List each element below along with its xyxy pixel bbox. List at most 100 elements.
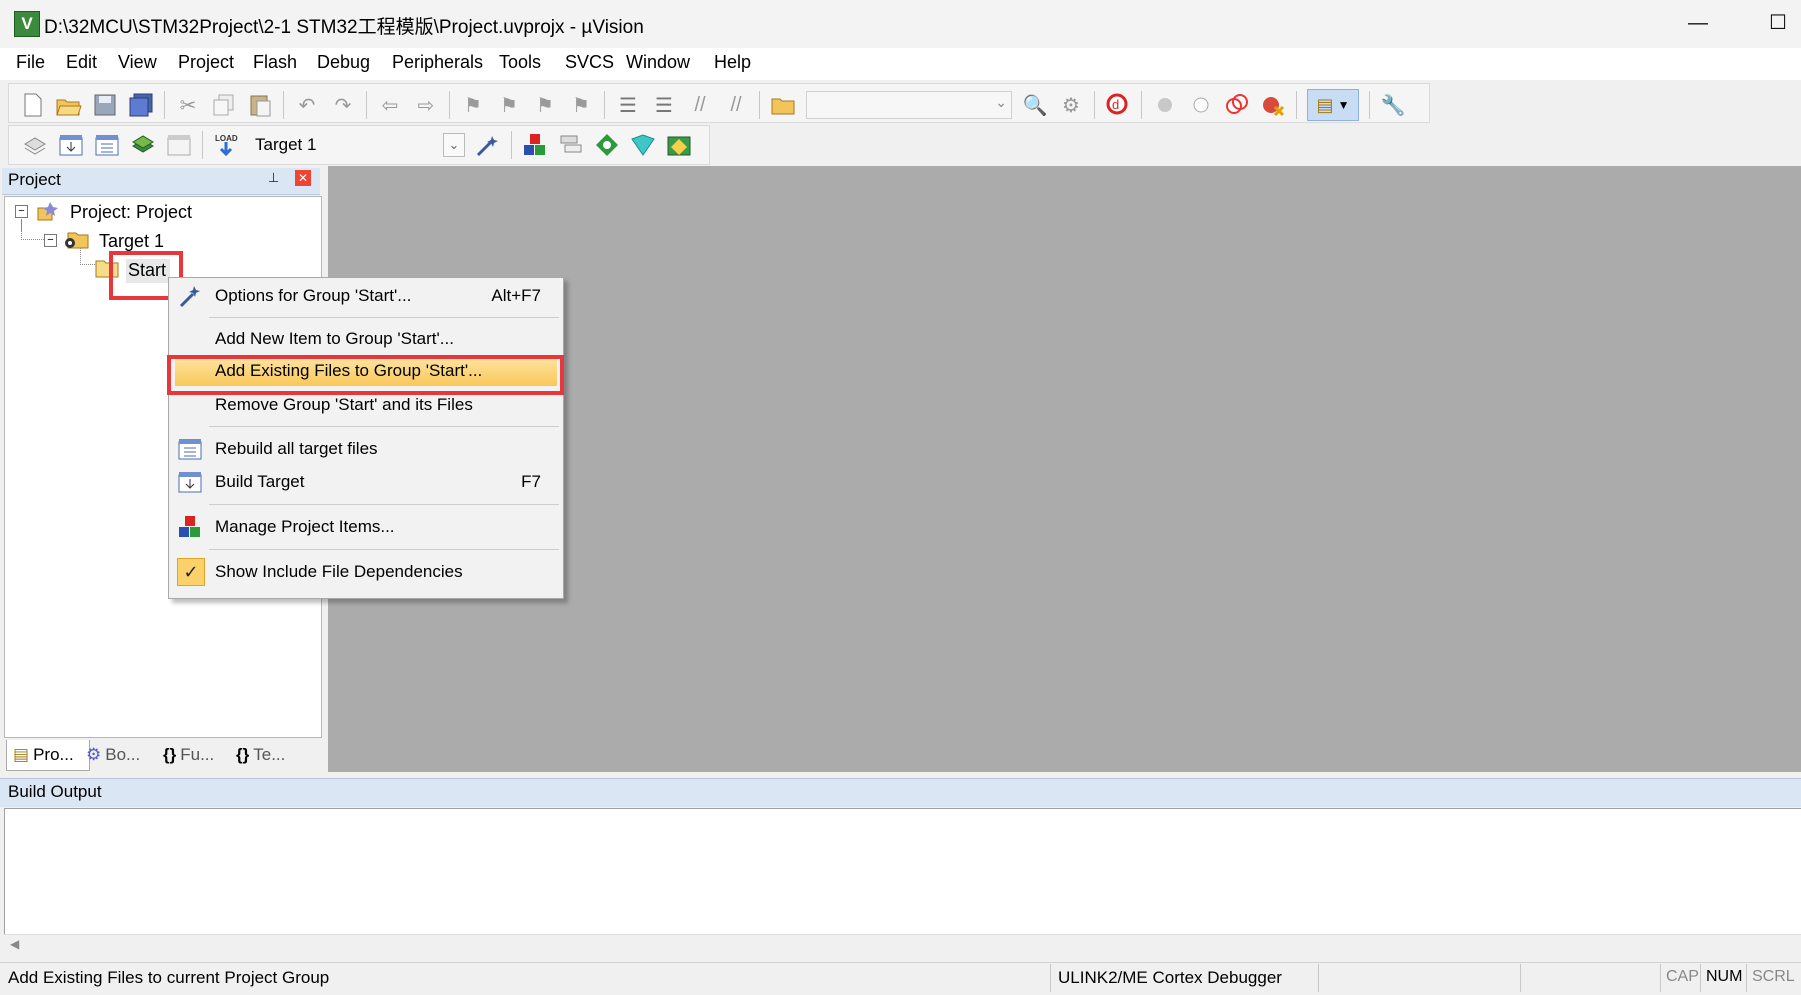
functions-tab-icon: {} [163,745,177,764]
tab-books[interactable]: ⚙ Bo... [86,740,140,770]
tree-target-label[interactable]: Target 1 [99,231,164,252]
software-packs-icon[interactable] [666,132,692,158]
breakpoint-disable-all-icon[interactable] [1224,92,1250,118]
find-combo[interactable]: ⌄ [806,91,1012,119]
status-separator [1318,964,1319,992]
horizontal-scrollbar[interactable]: ◀ [4,934,1801,957]
target-options-icon[interactable] [475,132,501,158]
window-layout-button[interactable]: ▤ ▼ [1307,89,1359,121]
menu-item-label: Rebuild all target files [215,439,378,458]
toolbar-separator [1296,91,1297,119]
unindent-icon[interactable]: ☰ [651,92,677,118]
breakpoint-insert-icon[interactable] [1152,92,1178,118]
menu-peripherals[interactable]: Peripherals [390,52,485,73]
tab-project[interactable]: ▤ Pro... [6,740,90,771]
menu-project[interactable]: Project [176,52,236,73]
manage-project-items-icon[interactable] [522,132,548,158]
tree-root-label[interactable]: Project: Project [70,202,192,223]
cut-icon[interactable]: ✂ [175,92,201,118]
maximize-button[interactable]: ☐ [1760,8,1796,38]
menu-item-label: Build Target [215,472,305,491]
bookmark-toggle-icon[interactable]: ⚑ [460,92,486,118]
build-output-header [0,778,1801,807]
redo-icon[interactable]: ↷ [330,92,356,118]
status-separator [1660,964,1661,992]
close-panel-button[interactable]: ✕ [295,170,311,186]
tree-collapse-root[interactable]: − [15,205,28,218]
download-load-icon[interactable]: LOAD [213,132,239,158]
pack-installer-icon[interactable] [630,132,656,158]
copy-icon[interactable] [211,92,237,118]
toolbar-separator [202,131,203,159]
chevron-down-icon: ⌄ [995,94,1007,110]
window-title: D:\32MCU\STM32Project\2-1 STM32工程模版\Proj… [44,17,644,38]
menu-view[interactable]: View [116,52,159,73]
navigate-back-icon[interactable]: ⇦ [377,92,403,118]
tab-templates[interactable]: {} Te... [236,740,285,770]
navigate-forward-icon[interactable]: ⇨ [413,92,439,118]
bookmark-prev-icon[interactable]: ⚑ [496,92,522,118]
toolbar-separator [1094,91,1095,119]
manage-rte-icon[interactable] [594,132,620,158]
find-in-files-icon[interactable] [770,92,796,118]
menu-help[interactable]: Help [712,52,753,73]
bookmark-clear-icon[interactable]: ⚑ [568,92,594,118]
chevron-down-icon: ▼ [1337,98,1350,112]
menu-edit[interactable]: Edit [64,52,99,73]
menu-window[interactable]: Window [624,52,692,73]
save-icon[interactable] [92,92,118,118]
status-separator [1700,964,1701,992]
tab-functions[interactable]: {} Fu... [163,740,214,770]
minimize-button[interactable]: — [1680,8,1716,38]
menu-file[interactable]: File [14,52,47,73]
find-replace-icon[interactable]: ⚙ [1058,92,1084,118]
scroll-left-icon[interactable]: ◀ [10,937,19,951]
comment-icon[interactable]: // [687,92,713,118]
build-output-title: Build Output [8,782,102,801]
bookmark-next-icon[interactable]: ⚑ [532,92,558,118]
indent-icon[interactable]: ☰ [615,92,641,118]
debug-session-icon[interactable]: d [1105,92,1131,118]
save-all-icon[interactable] [128,92,154,118]
stop-build-icon[interactable] [166,132,192,158]
svg-text:d: d [1112,97,1119,112]
window-layout-icon: ▤ [1316,94,1334,115]
status-num: NUM [1706,968,1743,985]
checkmark-icon: ✓ [177,558,205,586]
target-select[interactable]: Target 1 ⌄ [249,131,465,159]
open-file-icon[interactable] [56,92,82,118]
menu-debug[interactable]: Debug [315,52,372,73]
menu-tools[interactable]: Tools [497,52,543,73]
menu-item-add-new-item[interactable]: Add New Item to Group 'Start'... [169,323,561,355]
project-tab-icon: ▤ [13,745,30,764]
batch-build-icon[interactable] [130,132,156,158]
breakpoint-kill-all-icon[interactable] [1260,92,1286,118]
undo-icon[interactable]: ↶ [294,92,320,118]
menu-item-options-for-group[interactable]: Options for Group 'Start'... Alt+F7 [169,280,561,312]
tree-collapse-target[interactable]: − [44,234,57,247]
status-debugger: ULINK2/ME Cortex Debugger [1058,968,1282,987]
build-output-area[interactable] [4,808,1801,936]
pin-icon[interactable]: ⊥ [268,170,279,186]
select-packs-icon[interactable] [558,132,584,158]
status-cap: CAP [1666,968,1699,985]
toolbar-separator [1369,91,1370,119]
translate-icon[interactable] [22,132,48,158]
new-file-icon[interactable] [20,92,46,118]
menu-item-manage-project-items[interactable]: Manage Project Items... [169,511,561,543]
paste-icon[interactable] [247,92,273,118]
rebuild-icon[interactable] [94,132,120,158]
build-icon[interactable] [58,132,84,158]
configure-wrench-icon[interactable]: 🔧 [1380,92,1406,118]
toolbar-separator [283,91,284,119]
incremental-find-icon[interactable]: 🔍 [1022,92,1048,118]
menu-separator [209,504,559,505]
menu-flash[interactable]: Flash [251,52,299,73]
menu-item-build-target[interactable]: Build Target F7 [169,466,561,498]
menu-svcs[interactable]: SVCS [563,52,616,73]
tab-templates-label: Te... [253,745,286,764]
uncomment-icon[interactable]: // [723,92,749,118]
breakpoint-enable-icon[interactable] [1188,92,1214,118]
menu-item-rebuild-all[interactable]: Rebuild all target files [169,433,561,465]
menu-item-show-include-deps[interactable]: ✓ Show Include File Dependencies [169,556,561,588]
